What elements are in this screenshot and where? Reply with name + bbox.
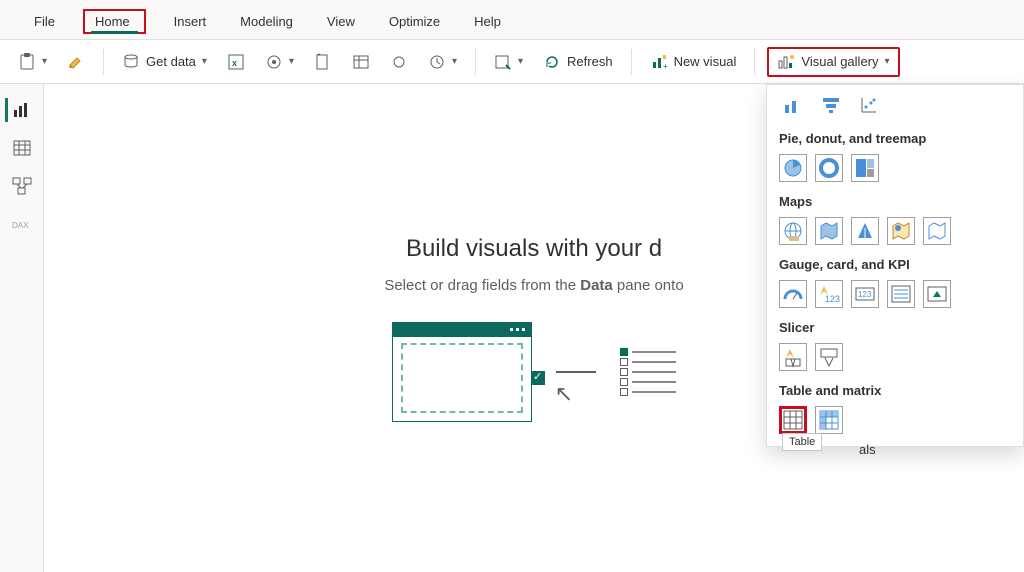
format-painter-button[interactable] [61, 49, 91, 75]
dataverse-icon [390, 53, 408, 71]
dataverse-button[interactable] [384, 49, 414, 75]
visual-gallery-dropdown: Pie, donut, and treemap Maps Gauge, card… [766, 84, 1024, 447]
visual-map-icon[interactable] [779, 217, 807, 245]
visual-matrix-icon[interactable] [815, 406, 843, 434]
visual-gauge-icon[interactable] [779, 280, 807, 308]
svg-text:DAX: DAX [12, 221, 29, 230]
get-data-label: Get data [146, 54, 196, 69]
enter-data-button[interactable] [346, 49, 376, 75]
visual-azure-map-icon[interactable] [851, 217, 879, 245]
tooltip: Table [782, 433, 822, 451]
menu-help[interactable]: Help [468, 10, 507, 33]
canvas-title: Build visuals with your d [406, 235, 662, 263]
hub-icon [265, 53, 283, 71]
visual-scatter-icon[interactable] [855, 91, 883, 119]
canvas-subtitle: Select or drag fields from the Data pane… [384, 277, 683, 294]
svg-text:123: 123 [825, 294, 840, 304]
refresh-icon [543, 53, 561, 71]
report-view-tab[interactable] [5, 98, 36, 122]
data-hub-button[interactable]: ▾ [259, 49, 300, 75]
transform-data-button[interactable]: ▾ [488, 49, 529, 75]
section-slicer-label: Slicer [779, 320, 1011, 335]
new-visual-label: New visual [674, 54, 737, 69]
recent-icon [428, 53, 446, 71]
excel-button[interactable]: x [221, 49, 251, 75]
visual-slicer-new-icon[interactable] [779, 343, 807, 371]
menubar: File Home Insert Modeling View Optimize … [0, 0, 1024, 40]
visual-card-new-icon[interactable]: 123 [815, 280, 843, 308]
cursor-icon: ↖ [555, 381, 573, 407]
visual-table-icon[interactable]: Table [779, 406, 807, 434]
visual-pie-icon[interactable] [779, 154, 807, 182]
left-rail: DAX [0, 84, 44, 572]
visual-gallery-label: Visual gallery [801, 54, 878, 69]
truncated-label: als [859, 442, 876, 457]
get-data-button[interactable]: Get data ▾ [116, 49, 213, 75]
sql-icon [314, 53, 332, 71]
section-maps-label: Maps [779, 194, 1011, 209]
visual-kpi-icon[interactable] [923, 280, 951, 308]
svg-text:+: + [663, 62, 668, 71]
canvas-illustration: ↖ [392, 322, 676, 422]
visual-card-icon[interactable]: 123 [851, 280, 879, 308]
visual-arcgis-map-icon[interactable] [887, 217, 915, 245]
visual-treemap-icon[interactable] [851, 154, 879, 182]
menu-insert[interactable]: Insert [168, 10, 213, 33]
section-table-label: Table and matrix [779, 383, 1011, 398]
section-gauge-label: Gauge, card, and KPI [779, 257, 1011, 272]
ribbon: ▾ Get data ▾ x ▾ [0, 40, 1024, 84]
excel-icon: x [227, 53, 245, 71]
model-view-tab[interactable] [8, 174, 36, 198]
visual-slicer-icon[interactable] [815, 343, 843, 371]
enter-data-icon [352, 53, 370, 71]
visual-partial-1[interactable] [779, 91, 807, 119]
menu-optimize[interactable]: Optimize [383, 10, 446, 33]
dax-view-tab[interactable]: DAX [8, 212, 36, 236]
data-icon [122, 53, 140, 71]
visual-gallery-button[interactable]: Visual gallery ▾ [767, 47, 899, 77]
section-pie-label: Pie, donut, and treemap [779, 131, 1011, 146]
menu-modeling[interactable]: Modeling [234, 10, 299, 33]
transform-icon [494, 53, 512, 71]
menu-file[interactable]: File [28, 10, 61, 33]
new-visual-button[interactable]: + New visual [644, 49, 743, 75]
clipboard-icon [18, 53, 36, 71]
svg-text:123: 123 [858, 290, 872, 299]
recent-sources-button[interactable]: ▾ [422, 49, 463, 75]
refresh-label: Refresh [567, 54, 613, 69]
sql-button[interactable] [308, 49, 338, 75]
visual-donut-icon[interactable] [815, 154, 843, 182]
menu-home[interactable]: Home [83, 9, 146, 34]
visual-funnel-icon[interactable] [817, 91, 845, 119]
paste-button[interactable]: ▾ [12, 49, 53, 75]
visual-multirow-card-icon[interactable] [887, 280, 915, 308]
menu-view[interactable]: View [321, 10, 361, 33]
brush-icon [67, 53, 85, 71]
svg-text:x: x [232, 58, 237, 68]
table-view-tab[interactable] [8, 136, 36, 160]
new-visual-icon: + [650, 53, 668, 71]
visual-filled-map-icon[interactable] [815, 217, 843, 245]
visual-gallery-icon [777, 53, 795, 71]
refresh-button[interactable]: Refresh [537, 49, 619, 75]
visual-shape-map-icon[interactable] [923, 217, 951, 245]
